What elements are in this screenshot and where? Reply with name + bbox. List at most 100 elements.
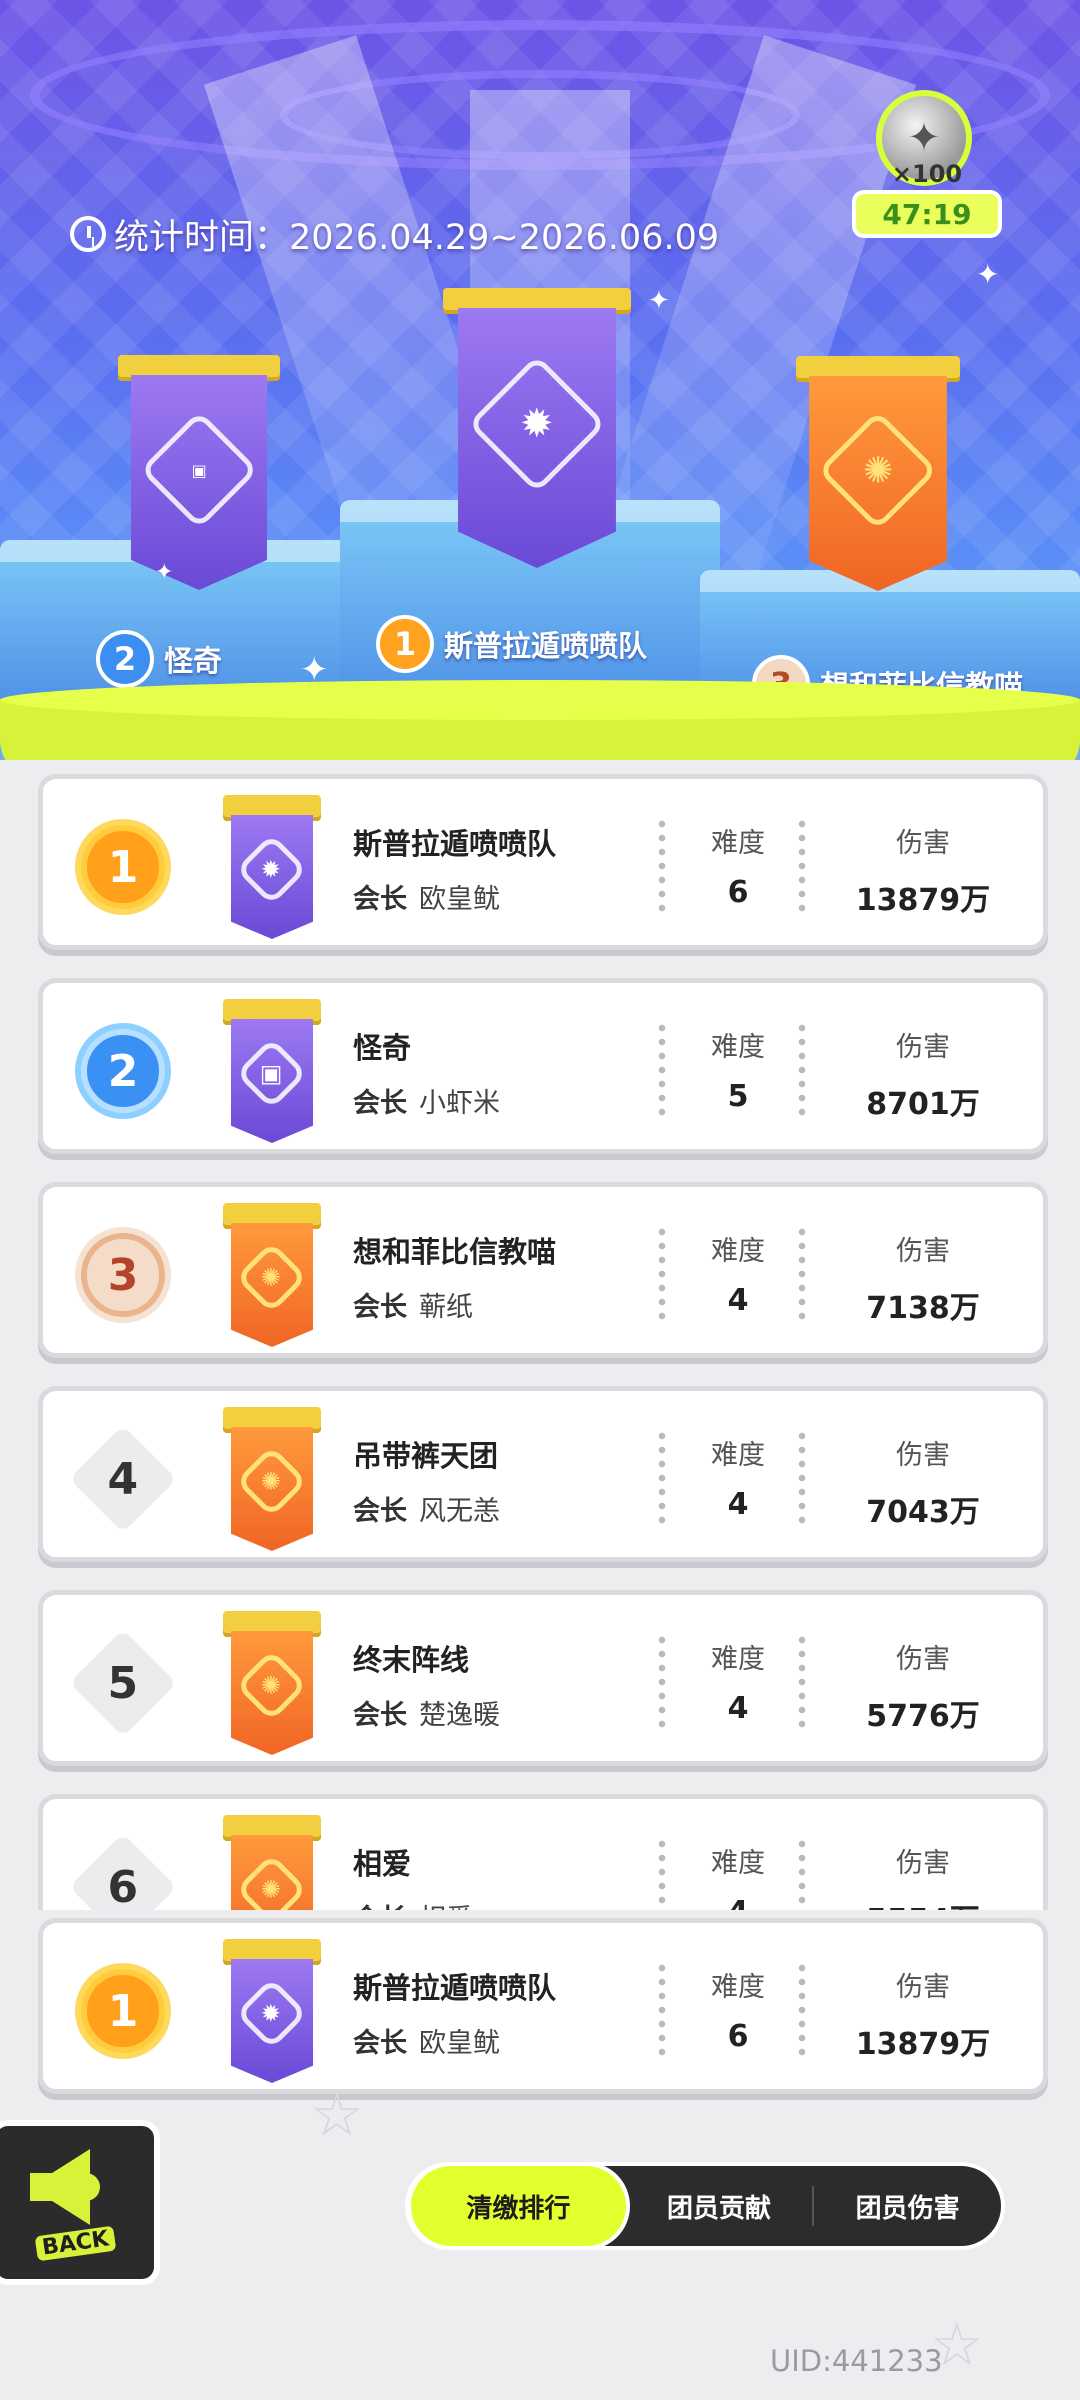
column-divider <box>798 1633 806 1733</box>
leader-name: 风无恙 <box>419 1496 500 1527</box>
back-label: BACK <box>34 2225 116 2262</box>
rank-number: 4 <box>107 1453 139 1505</box>
podium-banner-first: ✹ <box>443 288 631 568</box>
banner-cloth: ▣ <box>130 375 268 590</box>
team-banner: ▣ <box>223 999 321 1143</box>
column-divider <box>658 1225 666 1325</box>
rank-number: 5 <box>107 1657 139 1709</box>
leader-name: 蕲纸 <box>419 1292 473 1323</box>
team-name: 终末阵线 <box>353 1643 470 1677</box>
banner-cloth: ✺ <box>230 1835 314 1910</box>
leader-label: 会长 <box>353 1496 407 1527</box>
column-divider <box>658 817 666 917</box>
team-leader: 会长 小虾米 <box>353 1081 500 1120</box>
banner-cloth: ▣ <box>230 1019 314 1143</box>
team-banner: ✺ <box>223 1815 321 1910</box>
stat-time-text: 统计时间：2026.04.29~2026.06.09 <box>114 217 720 258</box>
leader-label: 会长 <box>353 884 407 915</box>
ranking-row[interactable]: 2 ▣ 怪奇 会长 小虾米 难度 5 伤害 8701万 <box>38 978 1048 1154</box>
column-divider <box>798 1021 806 1121</box>
ranking-row[interactable]: 4 ✺ 吊带裤天团 会长 风无恙 难度 4 伤害 7043万 <box>38 1386 1048 1562</box>
leader-name: 欧皇鱿 <box>419 884 500 915</box>
rank-badge: 6 <box>69 1833 177 1910</box>
tab-member-contribution[interactable]: 团员贡献 <box>626 2166 813 2246</box>
rank-3-medal-icon: 3 <box>81 1233 165 1317</box>
ranking-row[interactable]: 1 ✹ 斯普拉遁喷喷队 会长 欧皇鱿 难度 6 伤害 13879万 <box>38 774 1048 950</box>
column-divider <box>658 1429 666 1529</box>
banner-cloth: ✺ <box>230 1427 314 1551</box>
difficulty-value: 4 <box>727 1691 749 1726</box>
team-name: 相爱 <box>353 1847 412 1881</box>
rank-badge: 1 <box>73 1961 173 2061</box>
difficulty-header: 难度 <box>711 1644 765 1675</box>
difficulty-value: 6 <box>727 875 749 910</box>
rank-badge: 3 <box>73 1225 173 1325</box>
team-leader: 会长 欧皇鱿 <box>353 2021 500 2060</box>
background-star-icon: ☆ <box>310 2080 364 2150</box>
damage-value: 7043万 <box>866 1495 980 1530</box>
my-team-row[interactable]: 1 ✹ 斯普拉遁喷喷队 会长 欧皇鱿 难度 6 伤害 13879万 <box>38 1918 1048 2094</box>
tab-clear-ranking[interactable]: 清缴排行 <box>411 2166 626 2246</box>
leader-label: 会长 <box>353 1700 407 1731</box>
damage-header: 伤害 <box>896 828 950 859</box>
scroll-emblem-icon: ✺ <box>235 1853 309 1910</box>
back-arrow-icon <box>30 2149 100 2225</box>
back-button[interactable]: BACK <box>0 2120 160 2285</box>
rank-diamond-icon: 4 <box>69 1425 177 1533</box>
column-divider <box>658 1633 666 1733</box>
team-name: 斯普拉遁喷喷队 <box>353 1971 557 2005</box>
team-name: 吊带裤天团 <box>353 1439 499 1473</box>
banner-cloth: ✺ <box>230 1631 314 1755</box>
column-divider <box>658 1837 666 1910</box>
damage-header: 伤害 <box>896 1972 950 2003</box>
difficulty-header: 难度 <box>711 1236 765 1267</box>
podium-label-second: 2 怪奇 <box>96 630 222 688</box>
damage-value: 8701万 <box>866 1087 980 1122</box>
column-divider <box>658 1961 666 2061</box>
dragon-emblem-icon: ✺ <box>235 1241 309 1314</box>
tab-member-damage[interactable]: 团员伤害 <box>814 2166 1001 2246</box>
podium-label-first: 1 斯普拉遁喷喷队 <box>376 615 647 673</box>
currency-widget[interactable]: ✦ ×100 47:19 <box>852 90 1002 245</box>
banner-cloth: ✺ <box>230 1223 314 1347</box>
sparkle-icon: ✦ <box>155 560 174 585</box>
podium-team-name: 怪奇 <box>164 644 223 678</box>
column-divider <box>798 1225 806 1325</box>
banner-cloth: ✺ <box>809 376 947 591</box>
banner-cloth: ✹ <box>230 815 314 939</box>
leader-label: 会长 <box>353 1088 407 1119</box>
ranking-row[interactable]: 5 ✺ 终末阵线 会长 楚逸暖 难度 4 伤害 5776万 <box>38 1590 1048 1766</box>
column-divider <box>798 1837 806 1910</box>
damage-header: 伤害 <box>896 1440 950 1471</box>
difficulty-value: 6 <box>727 2019 749 2054</box>
column-divider <box>798 1961 806 2061</box>
difficulty-header: 难度 <box>711 828 765 859</box>
rank-badge: 1 <box>73 817 173 917</box>
rank-2-medal-icon: 2 <box>96 630 154 688</box>
user-id: UID:441233 <box>770 2344 943 2378</box>
difficulty-header: 难度 <box>711 1440 765 1471</box>
leader-label: 会长 <box>353 1292 407 1323</box>
ranking-row[interactable]: 3 ✺ 想和菲比信教喵 会长 蕲纸 难度 4 伤害 7138万 <box>38 1182 1048 1358</box>
slime-divider <box>0 680 1080 760</box>
damage-value: 5776万 <box>866 1699 980 1734</box>
team-banner: ✺ <box>223 1611 321 1755</box>
column-divider <box>798 817 806 917</box>
column-divider <box>798 1429 806 1529</box>
coin-timer: 47:19 <box>852 190 1002 238</box>
leader-name: 楚逸暖 <box>419 1700 500 1731</box>
sparkle-icon: ✦ <box>976 258 1000 291</box>
ranking-row[interactable]: 6 ✺ 相爱 会长 相爱 难度 4 伤害 5554万 <box>38 1794 1048 1910</box>
difficulty-header: 难度 <box>711 1848 765 1879</box>
team-name: 怪奇 <box>353 1031 412 1065</box>
rank-badge: 4 <box>69 1425 177 1533</box>
dragon-emblem-icon: ✺ <box>235 1445 309 1518</box>
difficulty-value: 4 <box>727 1283 749 1318</box>
dragon-emblem-icon: ✺ <box>817 410 939 532</box>
rank-badge: 5 <box>69 1629 177 1737</box>
leader-label: 会长 <box>353 1904 407 1910</box>
rank-1-medal-icon: 1 <box>81 1969 165 2053</box>
ranking-list[interactable]: 1 ✹ 斯普拉遁喷喷队 会长 欧皇鱿 难度 6 伤害 13879万 2 ▣ 怪奇 … <box>0 770 1080 1910</box>
team-name: 想和菲比信教喵 <box>353 1235 557 1269</box>
team-name: 斯普拉遁喷喷队 <box>353 827 557 861</box>
